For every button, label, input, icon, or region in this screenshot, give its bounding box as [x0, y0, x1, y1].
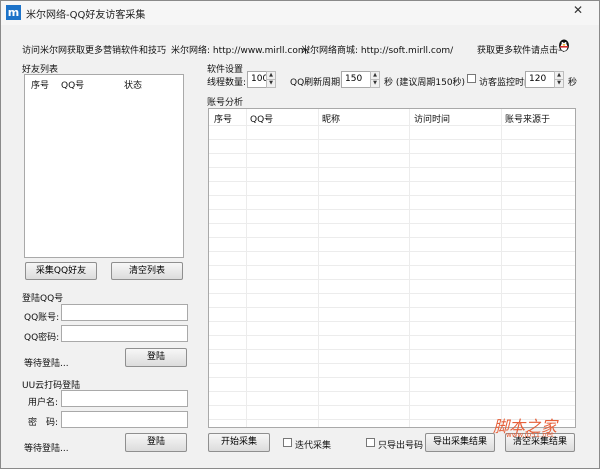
grid-row-line [209, 279, 575, 280]
grid-row-line [209, 153, 575, 154]
export-numbers-label: 只导出号码 [378, 441, 424, 451]
analysis-col-index: 序号 [214, 115, 233, 125]
analysis-table[interactable]: 序号 QQ号 昵称 访问时间 账号来源于 [208, 108, 576, 428]
grid-row-line [209, 293, 575, 294]
grid-col-line [409, 109, 410, 427]
uu-login-status: 等待登陆... [24, 444, 69, 454]
analysis-col-source: 账号来源于 [505, 115, 551, 125]
friend-col-status: 状态 [124, 81, 143, 91]
threads-label: 线程数量: [207, 78, 247, 88]
grid-row-line [209, 237, 575, 238]
start-collect-button[interactable]: 开始采集 [208, 433, 270, 452]
friend-list-table[interactable]: 序号 QQ号 状态 [24, 74, 184, 258]
uu-login-button[interactable]: 登陆 [125, 433, 187, 452]
qq-login-button[interactable]: 登陆 [125, 348, 187, 367]
window-title: 米尔网络-QQ好友访客采集 [26, 10, 146, 21]
settings-title: 软件设置 [207, 65, 244, 75]
analysis-title: 账号分析 [207, 98, 244, 108]
threads-down-button[interactable]: ▼ [266, 79, 276, 88]
qq-login-title: 登陆QQ号 [22, 294, 64, 304]
clear-list-button[interactable]: 清空列表 [111, 262, 183, 280]
monitor-checkbox[interactable] [467, 74, 476, 83]
uu-user-label: 用户名: [28, 398, 59, 408]
analysis-col-visit-time: 访问时间 [414, 115, 451, 125]
uu-user-input[interactable] [61, 390, 188, 407]
close-button[interactable]: ✕ [561, 1, 595, 19]
qq-account-input[interactable] [61, 304, 188, 321]
app-logo-icon: m [6, 5, 21, 20]
qq-password-label: QQ密码: [24, 333, 60, 343]
analysis-col-qq: QQ号 [250, 115, 274, 125]
iterate-label: 迭代采集 [295, 441, 332, 451]
grid-row-line [209, 391, 575, 392]
refresh-down-button[interactable]: ▼ [370, 79, 380, 88]
qq-login-status: 等待登陆... [24, 359, 69, 369]
refresh-label: QQ刷新周期: [290, 78, 344, 88]
grid-row-line [209, 405, 575, 406]
uu-password-label: 密 码: [28, 418, 59, 428]
export-results-button[interactable]: 导出采集结果 [425, 433, 495, 452]
title-bar: m 米尔网络-QQ好友访客采集 ✕ [1, 1, 599, 25]
qq-account-label: QQ账号: [24, 313, 60, 323]
grid-row-line [209, 363, 575, 364]
grid-row-line [209, 125, 575, 126]
analysis-col-nickname: 昵称 [322, 115, 341, 125]
grid-row-line [209, 139, 575, 140]
grid-col-line [501, 109, 502, 427]
grid-row-line [209, 195, 575, 196]
export-numbers-checkbox[interactable] [366, 438, 375, 447]
watermark-url: www.jb51.net [506, 431, 554, 439]
grid-row-line [209, 251, 575, 252]
grid-row-line [209, 377, 575, 378]
uu-password-input[interactable] [61, 411, 188, 428]
grid-row-line [209, 265, 575, 266]
grid-row-line [209, 321, 575, 322]
refresh-input[interactable]: 150 [341, 71, 371, 88]
site-link[interactable]: 米尔网络: http://www.mirll.com/ [171, 43, 310, 56]
monitor-down-button[interactable]: ▼ [554, 79, 564, 88]
qq-password-input[interactable] [61, 325, 188, 342]
grid-row-line [209, 335, 575, 336]
friend-col-index: 序号 [31, 81, 50, 91]
monitor-input[interactable]: 120 [525, 71, 555, 88]
qq-penguin-icon[interactable] [557, 38, 571, 52]
grid-row-line [209, 167, 575, 168]
friend-col-qq: QQ号 [61, 81, 85, 91]
monitor-unit: 秒 [568, 78, 578, 88]
grid-col-line [246, 109, 247, 427]
promo-text: 访问米尔网获取更多营销软件和技巧 [22, 46, 167, 56]
threads-input[interactable]: 100 [247, 71, 268, 88]
grid-row-line [209, 349, 575, 350]
collect-friends-button[interactable]: 采集QQ好友 [25, 262, 97, 280]
grid-row-line [209, 209, 575, 210]
shop-link[interactable]: 米尔网络商城: http://soft.mirll.com/ [301, 43, 453, 56]
main-window: m 米尔网络-QQ好友访客采集 ✕ 访问米尔网获取更多营销软件和技巧 米尔网络:… [0, 0, 600, 469]
grid-row-line [209, 223, 575, 224]
iterate-checkbox[interactable] [283, 438, 292, 447]
more-software-label: 获取更多软件请点击→ [477, 46, 566, 56]
grid-row-line [209, 181, 575, 182]
grid-row-line [209, 307, 575, 308]
refresh-unit: 秒 (建议周期150秒) [384, 78, 466, 88]
grid-col-line [318, 109, 319, 427]
